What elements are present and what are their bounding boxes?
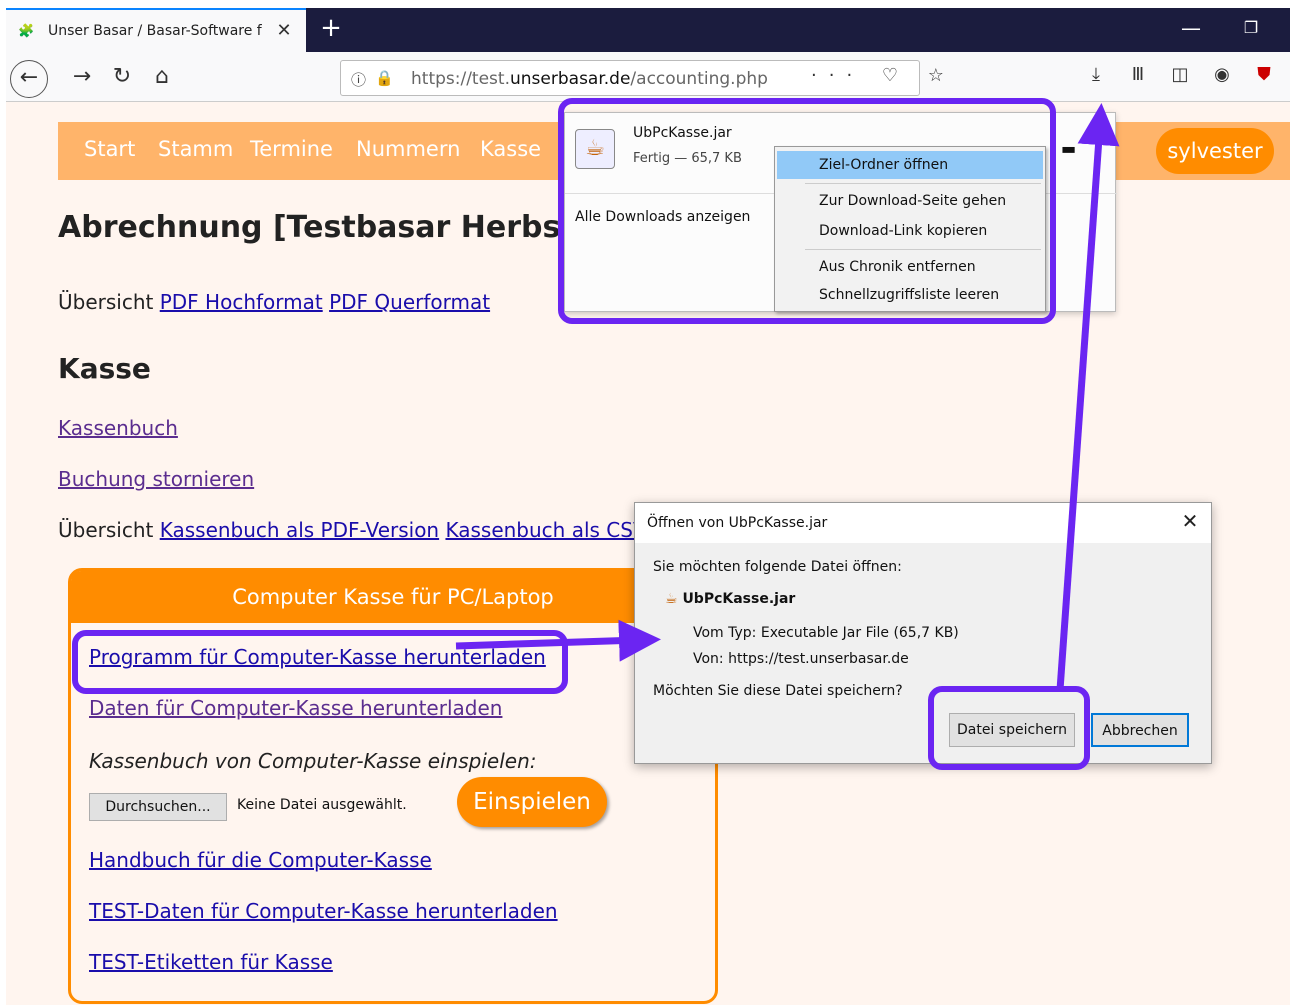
dialog-question: Möchten Sie diese Datei speichern?	[653, 683, 903, 699]
dialog-prompt: Sie möchten folgende Datei öffnen:	[653, 559, 902, 575]
cancel-button[interactable]: Abbrechen	[1091, 713, 1189, 747]
annotation-box-save-button	[928, 686, 1090, 770]
kassenbuch-line: Kassenbuch	[58, 416, 178, 446]
nav-item-kasse[interactable]: Kasse	[480, 137, 541, 167]
library-icon[interactable]: Ⅲ	[1124, 64, 1152, 92]
info-icon[interactable]: ⓘ	[351, 69, 371, 89]
pdf-landscape-link[interactable]: PDF Querformat	[329, 290, 490, 314]
minimize-icon[interactable]: —	[1176, 16, 1206, 44]
open-file-dialog: Öffnen von UbPcKasse.jar ✕ Sie möchten f…	[634, 502, 1212, 764]
import-label: Kassenbuch von Computer-Kasse einspielen…	[89, 749, 537, 773]
manual-link[interactable]: Handbuch für die Computer-Kasse	[89, 848, 432, 878]
site-favicon-icon: 🧩	[18, 24, 35, 39]
dialog-titlebar: Öffnen von UbPcKasse.jar ✕	[635, 503, 1211, 543]
dialog-file: ☕ UbPcKasse.jar	[665, 591, 865, 613]
close-icon[interactable]: ✕	[1175, 509, 1205, 537]
kassenbuch-csv-link[interactable]: Kassenbuch als CSV	[445, 518, 634, 542]
dialog-file-name: UbPcKasse.jar	[682, 591, 796, 607]
restore-icon[interactable]: ❐	[1238, 18, 1264, 42]
tab-title: Unser Basar / Basar-Software fü	[48, 23, 262, 39]
page-actions-icons[interactable]: ··· ♡ ☆	[811, 65, 944, 93]
no-file-text: Keine Datei ausgewählt.	[237, 797, 407, 813]
kasse-box-title: Computer Kasse für PC/Laptop	[71, 571, 715, 623]
annotation-box-download-link	[72, 630, 568, 694]
tab-strip: 🧩 Unser Basar / Basar-Software fü ✕ + — …	[6, 8, 1290, 52]
dialog-type: Vom Typ: Executable Jar File (65,7 KB)	[693, 625, 959, 641]
account-icon[interactable]: ◉	[1208, 64, 1236, 92]
ublock-shield-icon[interactable]: ⛊	[1250, 64, 1278, 92]
new-tab-button[interactable]: +	[316, 14, 346, 44]
sidebar-icon[interactable]: ◫	[1166, 64, 1194, 92]
open-folder-icon[interactable]: ▬	[1061, 139, 1091, 169]
kassenbuch-pdf-link[interactable]: Kassenbuch als PDF-Version	[160, 518, 439, 542]
test-data-link[interactable]: TEST-Daten für Computer-Kasse herunterla…	[89, 899, 558, 929]
overview-label: Übersicht	[58, 290, 154, 314]
navigation-toolbar: ← → ↻ ⌂ ⓘ 🔒 https://test.unserbasar.de/a…	[6, 52, 1290, 102]
test-labels-link[interactable]: TEST-Etiketten für Kasse	[89, 950, 333, 980]
browser-tab[interactable]: 🧩 Unser Basar / Basar-Software fü ✕	[6, 8, 306, 52]
storno-line: Buchung stornieren	[58, 467, 254, 497]
kassenbuch-link[interactable]: Kassenbuch	[58, 416, 178, 440]
browse-button[interactable]: Durchsuchen...	[89, 793, 227, 821]
close-tab-icon[interactable]: ✕	[272, 19, 296, 43]
annotation-box-downloads	[558, 98, 1056, 324]
overview-line: Übersicht PDF Hochformat PDF Querformat	[58, 290, 490, 320]
overview2-line: Übersicht Kassenbuch als PDF-Version Kas…	[58, 518, 634, 548]
home-icon[interactable]: ⌂	[146, 62, 178, 94]
url-text[interactable]: https://test.unserbasar.de/accounting.ph…	[411, 69, 811, 91]
download-icon[interactable]: ⤓	[1082, 64, 1110, 92]
back-arrow-icon[interactable]: ←	[10, 60, 48, 98]
nav-item-stamm[interactable]: Stamm	[158, 137, 233, 167]
import-button[interactable]: Einspielen	[457, 777, 607, 827]
screenshot-root: 🧩 Unser Basar / Basar-Software fü ✕ + — …	[0, 0, 1290, 1005]
lock-icon[interactable]: 🔒	[375, 69, 394, 89]
forward-arrow-icon[interactable]: →	[66, 62, 98, 94]
java-file-icon: ☕	[665, 591, 683, 607]
buchung-stornieren-link[interactable]: Buchung stornieren	[58, 467, 254, 491]
pdf-portrait-link[interactable]: PDF Hochformat	[160, 290, 323, 314]
kasse-heading: Kasse	[58, 352, 151, 385]
user-button[interactable]: sylvester	[1156, 128, 1274, 174]
dialog-source: Von: https://test.unserbasar.de	[693, 651, 909, 667]
nav-item-termine[interactable]: Termine	[250, 137, 333, 167]
download-data-link[interactable]: Daten für Computer-Kasse herunterladen	[89, 696, 502, 726]
overview2-label: Übersicht	[58, 518, 154, 542]
nav-item-start[interactable]: Start	[84, 137, 135, 167]
nav-item-nummern[interactable]: Nummern	[356, 137, 460, 167]
url-bar[interactable]: ⓘ 🔒 https://test.unserbasar.de/accountin…	[340, 60, 944, 96]
dialog-title: Öffnen von UbPcKasse.jar	[647, 515, 828, 531]
reload-icon[interactable]: ↻	[106, 62, 138, 94]
